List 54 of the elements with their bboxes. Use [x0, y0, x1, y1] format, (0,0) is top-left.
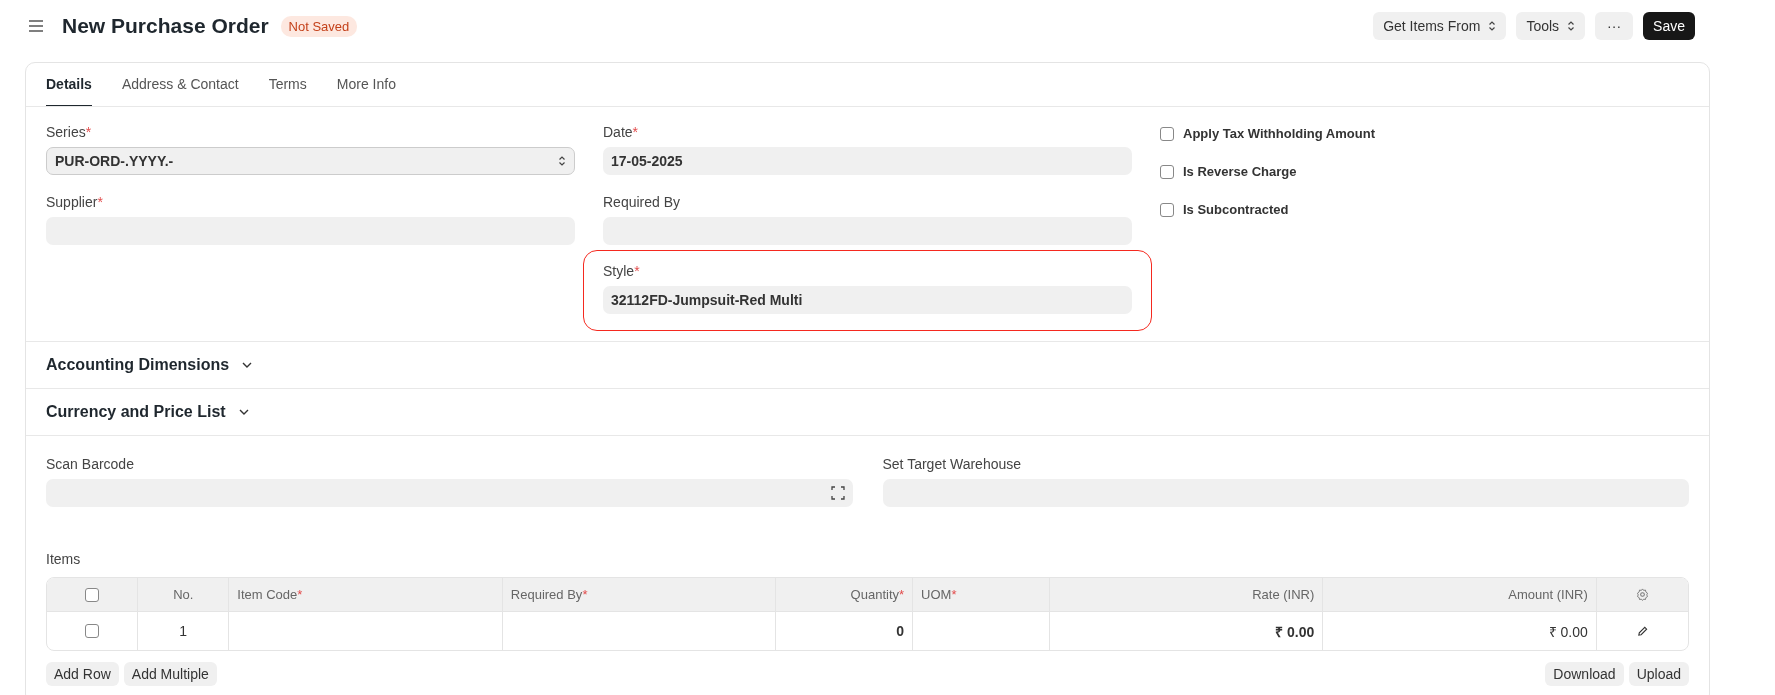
input-field[interactable]: 32112FD-Jumpsuit-Red Multi	[603, 286, 1132, 314]
field-label: Supplier*	[46, 194, 104, 210]
section-header[interactable]: Accounting Dimensions	[46, 356, 254, 374]
page-title: New Purchase Order	[62, 14, 269, 38]
status-indicator: Not Saved	[280, 15, 358, 37]
table-button[interactable]: Download	[1545, 662, 1624, 686]
section-header[interactable]: Currency and Price List	[46, 403, 250, 421]
field-label: Set Target Warehouse	[882, 456, 1023, 472]
column-header: Quantity*	[850, 587, 905, 602]
checkbox-label: Is Reverse Charge	[1183, 164, 1297, 179]
table-cell-text: ₹ 0.00	[1548, 622, 1588, 641]
more-button[interactable]: ···	[1595, 12, 1634, 40]
tab[interactable]: Terms	[268, 63, 307, 106]
dropdown-button[interactable]: Tools	[1516, 12, 1586, 40]
field-label: Scan Barcode	[46, 456, 135, 472]
checkbox-label: Apply Tax Withholding Amount	[1183, 126, 1375, 141]
checkbox[interactable]	[85, 587, 100, 602]
table-cell: 1	[179, 623, 188, 639]
column-header: Item Code*	[237, 587, 303, 602]
pencil-icon[interactable]	[1636, 625, 1648, 637]
dropdown-button[interactable]: Get Items From	[1373, 12, 1507, 40]
checkbox[interactable]	[1160, 126, 1174, 141]
table-button[interactable]: Add Multiple	[123, 662, 217, 686]
checkbox[interactable]	[1160, 164, 1174, 179]
input-field[interactable]	[46, 479, 853, 507]
field-label: Required By	[603, 194, 682, 210]
caret-icon	[1567, 21, 1576, 31]
table-cell: 0	[896, 623, 905, 639]
table-button[interactable]: Add Row	[46, 662, 119, 686]
input-field[interactable]: 17-05-2025	[603, 147, 1132, 175]
save-button[interactable]: Save	[1643, 12, 1695, 40]
settings-icon[interactable]	[1635, 588, 1649, 601]
tab[interactable]: Address & Contact	[121, 63, 239, 106]
table-cell-text: ₹ 0.00	[1275, 622, 1315, 641]
column-header: UOM*	[921, 587, 957, 602]
scan-icon[interactable]	[830, 486, 845, 500]
column-header: Required By*	[510, 587, 588, 602]
menu-icon[interactable]	[28, 19, 44, 33]
checkbox-label: Is Subcontracted	[1183, 202, 1289, 217]
tab[interactable]: More Info	[336, 63, 396, 106]
field-label: Series*	[46, 124, 93, 140]
caret-icon	[558, 156, 566, 166]
table-label: Items	[46, 551, 82, 567]
table-button[interactable]: Upload	[1628, 662, 1689, 686]
column-header: Rate (INR)	[1252, 587, 1315, 602]
field-label: Style*	[603, 263, 641, 279]
tab[interactable]: Details	[46, 63, 92, 106]
checkbox[interactable]	[1160, 202, 1174, 217]
column-header: No.	[173, 587, 194, 602]
checkbox[interactable]	[85, 624, 100, 638]
column-header: Amount (INR)	[1508, 587, 1588, 602]
field-label: Date*	[603, 124, 640, 140]
select-field[interactable]: PUR-ORD-.YYYY.-	[46, 147, 575, 175]
caret-icon	[1488, 21, 1497, 31]
